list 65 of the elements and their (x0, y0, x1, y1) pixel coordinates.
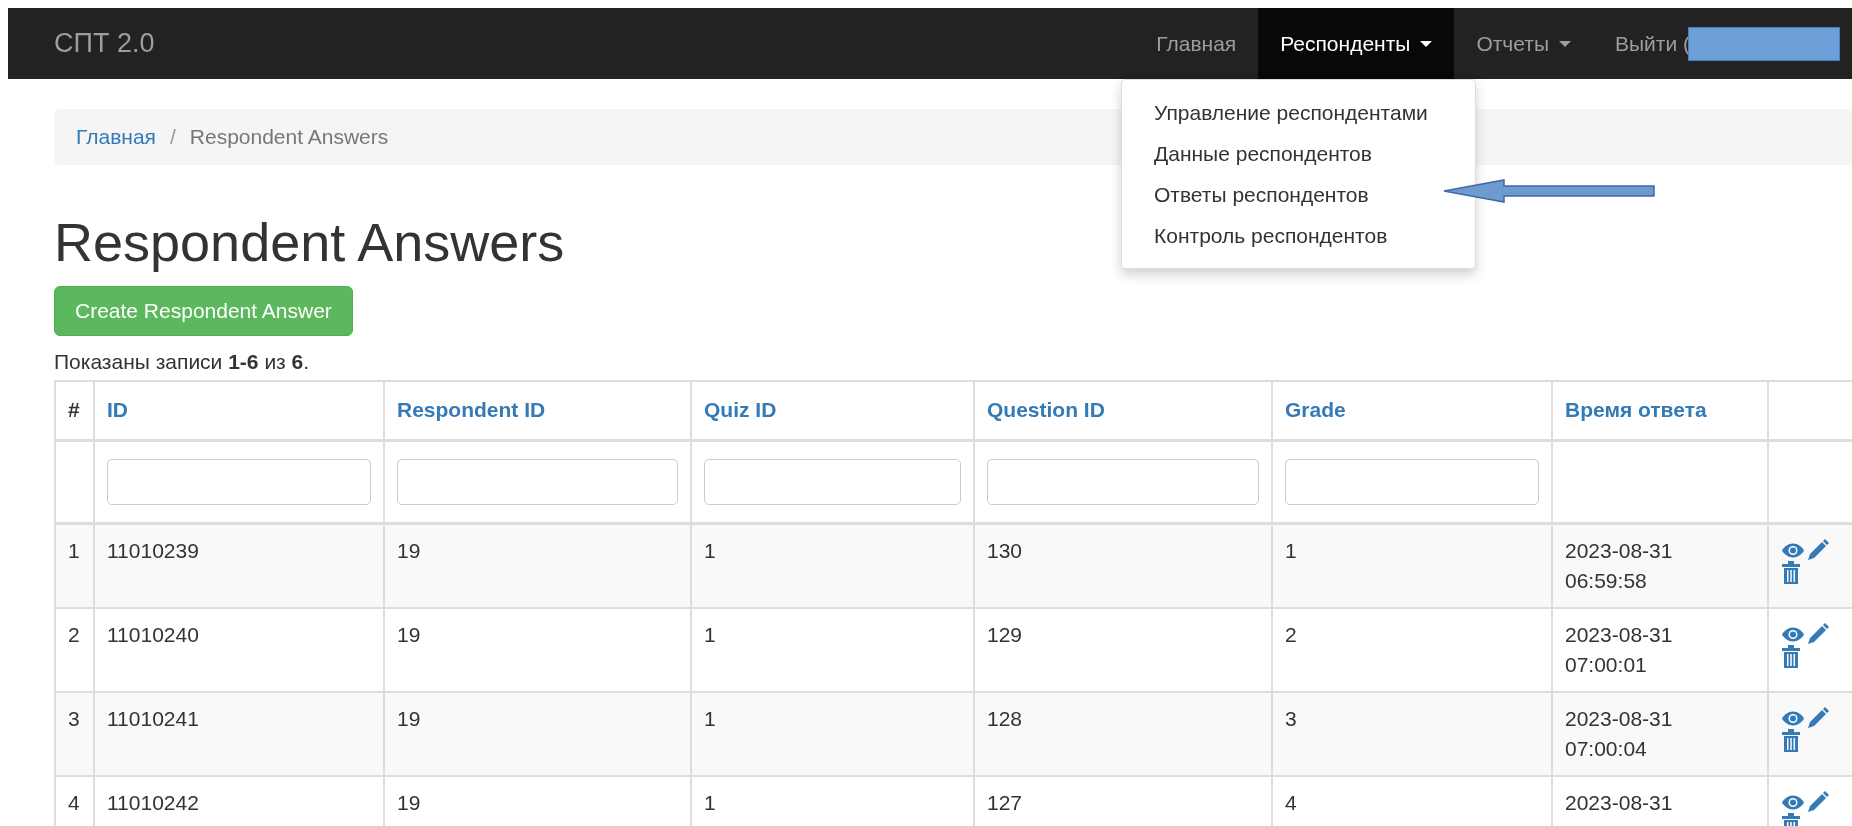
view-eye-icon[interactable] (1781, 625, 1805, 643)
table-cell: 2023-08-31 07:00:04 (1565, 707, 1673, 760)
delete-trash-icon[interactable] (1781, 729, 1801, 754)
view-eye-icon[interactable] (1781, 541, 1805, 559)
table-cell: 19 (397, 791, 421, 815)
menu-item[interactable]: Управление респондентами (1154, 92, 1428, 133)
column-header: # (68, 398, 80, 422)
brand-logo[interactable]: СПТ 2.0 (54, 28, 155, 59)
column-header-link[interactable]: Question ID (987, 398, 1105, 422)
table-cell: 19 (397, 623, 421, 647)
column-header-link[interactable]: Quiz ID (704, 398, 777, 422)
edit-pencil-icon[interactable] (1807, 623, 1829, 646)
table-cell: 19 (397, 707, 421, 731)
column-header-link[interactable]: ID (107, 398, 128, 422)
table-cell: 4 (68, 791, 80, 815)
table-cell: 11010240 (107, 623, 199, 647)
table-cell: 129 (987, 623, 1023, 647)
edit-pencil-icon[interactable] (1807, 791, 1829, 814)
edit-pencil-icon[interactable] (1807, 707, 1829, 730)
table-cell: 130 (987, 539, 1023, 563)
table-cell: 1 (704, 791, 716, 815)
table-cell: 4 (1285, 791, 1297, 815)
table-cell: 19 (397, 539, 421, 563)
nav-link[interactable]: Главная (1134, 8, 1259, 79)
caret-icon (1559, 40, 1571, 47)
table-cell: 11010241 (107, 707, 199, 731)
nav-link[interactable]: Респонденты (1258, 8, 1455, 79)
view-eye-icon[interactable] (1781, 709, 1805, 727)
filter-input[interactable] (704, 459, 961, 506)
breadcrumb-link[interactable]: Главная (76, 125, 156, 149)
caret-icon (1420, 40, 1433, 47)
filter-input[interactable] (987, 459, 1259, 506)
table-cell: 128 (987, 707, 1023, 731)
table-cell: 1 (704, 623, 716, 647)
edit-pencil-icon[interactable] (1807, 539, 1829, 562)
table-cell: 1 (1285, 539, 1297, 563)
table-cell: 3 (1285, 707, 1297, 731)
table-cell: 11010239 (107, 539, 199, 563)
column-header-link[interactable]: Grade (1285, 398, 1346, 422)
nav-link[interactable]: Отчеты (1454, 8, 1593, 79)
view-eye-icon[interactable] (1781, 793, 1805, 811)
table-cell: 2 (1285, 623, 1297, 647)
table-cell: 2023-08-31 06:59:58 (1565, 539, 1673, 592)
delete-trash-icon[interactable] (1781, 561, 1801, 586)
table-cell: 3 (68, 707, 80, 731)
table-cell: 1 (704, 539, 716, 563)
breadcrumb-current: Respondent Answers (189, 125, 389, 149)
menu-item[interactable]: Данные респондентов (1154, 133, 1372, 174)
table-cell: 127 (987, 791, 1023, 815)
filter-input[interactable] (397, 459, 678, 506)
delete-trash-icon[interactable] (1781, 645, 1801, 670)
filter-input[interactable] (107, 459, 371, 506)
summary-text: Показаны записи 1-6 из 6. (54, 350, 311, 375)
page-title: Respondent Answers (54, 213, 565, 273)
table-cell: 2 (68, 623, 80, 647)
table-cell: 1 (704, 707, 716, 731)
column-header-link[interactable]: Respondent ID (397, 398, 546, 422)
table-cell: 2023-08-31 (1565, 791, 1673, 815)
menu-item[interactable]: Ответы респондентов (1154, 174, 1369, 215)
menu-item[interactable]: Контроль респондентов (1154, 215, 1388, 256)
table-cell: 11010242 (107, 791, 199, 815)
table-cell: 1 (68, 539, 80, 563)
filter-input[interactable] (1285, 459, 1539, 506)
table-cell: 2023-08-31 07:00:01 (1565, 623, 1673, 676)
breadcrumb-separator: / (169, 125, 176, 149)
